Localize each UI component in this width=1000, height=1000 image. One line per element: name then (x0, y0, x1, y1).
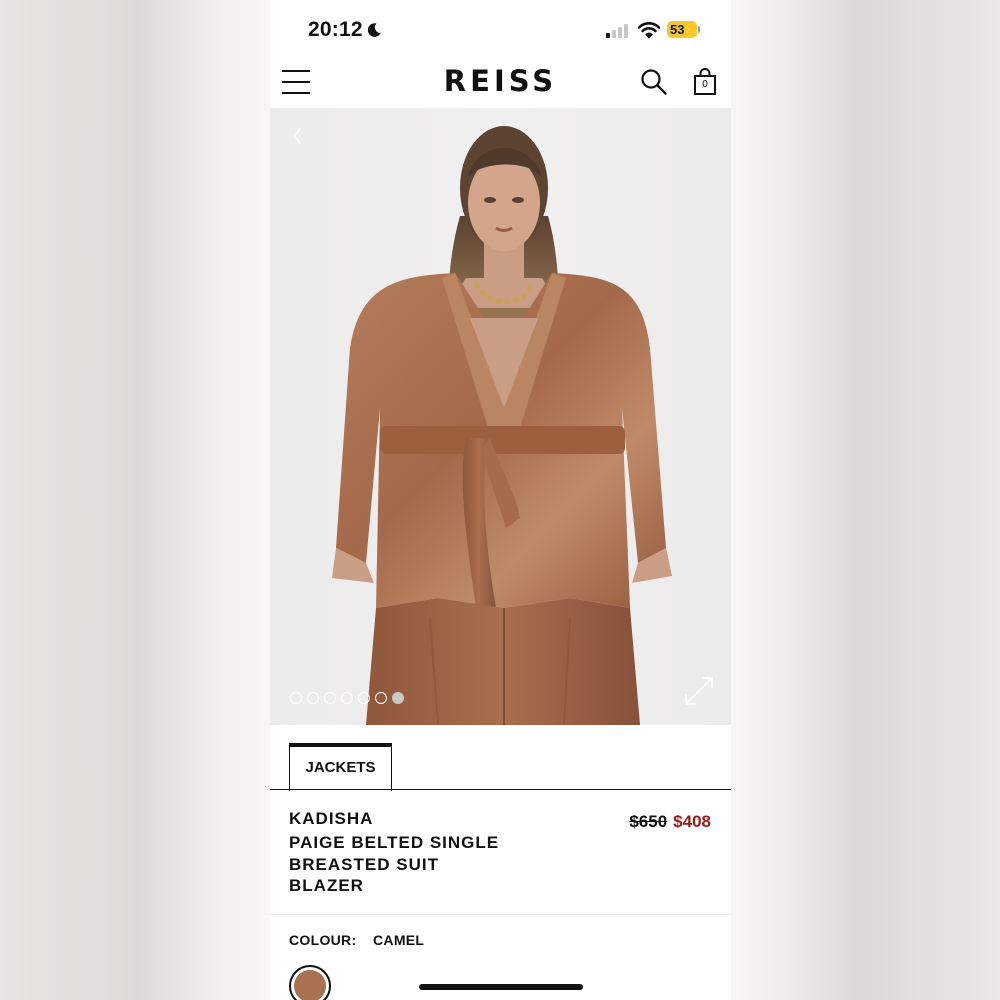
battery-indicator: 53 ⚡ (667, 21, 697, 38)
product-price: $650 $408 (629, 812, 711, 832)
carousel-dot[interactable] (375, 692, 387, 704)
wifi-icon (638, 22, 660, 39)
signal-icon (606, 24, 630, 38)
home-indicator[interactable] (419, 984, 583, 990)
carousel-dot[interactable] (358, 692, 370, 704)
charging-bolt-icon: ⚡ (682, 23, 696, 35)
tab-underline (270, 789, 731, 790)
carousel-dot-active[interactable] (392, 692, 404, 704)
phone-screen: 20:12 53 ⚡ REISS 0 JACKETS KADISHA PAIGE… (270, 0, 731, 1000)
swatch-fill (294, 970, 326, 1000)
status-time: 20:12 (308, 18, 363, 41)
shopping-bag-button[interactable]: 0 (692, 68, 718, 96)
section-divider (270, 914, 731, 915)
chevron-left-icon[interactable] (288, 126, 308, 146)
expand-icon[interactable] (682, 674, 716, 708)
site-header: REISS 0 (270, 58, 731, 108)
carousel-dot[interactable] (341, 692, 353, 704)
carousel-dot[interactable] (324, 692, 336, 704)
battery-tip (698, 26, 700, 33)
product-title: PAIGE BELTED SINGLE BREASTED SUIT BLAZER (289, 833, 500, 895)
colour-swatch-camel[interactable] (289, 965, 331, 1000)
bag-count: 0 (702, 79, 708, 90)
tab-jackets[interactable]: JACKETS (289, 743, 392, 791)
original-price: $650 (629, 812, 668, 831)
moon-icon (367, 23, 381, 37)
product-image-carousel[interactable] (270, 108, 731, 725)
product-brand: KADISHA (289, 809, 374, 828)
product-photo (270, 108, 731, 725)
carousel-dot[interactable] (290, 692, 302, 704)
colour-value: CAMEL (373, 932, 425, 948)
carousel-dot[interactable] (307, 692, 319, 704)
category-tabs: JACKETS (270, 725, 731, 791)
search-icon[interactable] (640, 68, 668, 96)
status-bar: 20:12 53 ⚡ (270, 0, 731, 58)
sale-price: $408 (673, 812, 711, 831)
colour-label: COLOUR: (289, 932, 357, 948)
